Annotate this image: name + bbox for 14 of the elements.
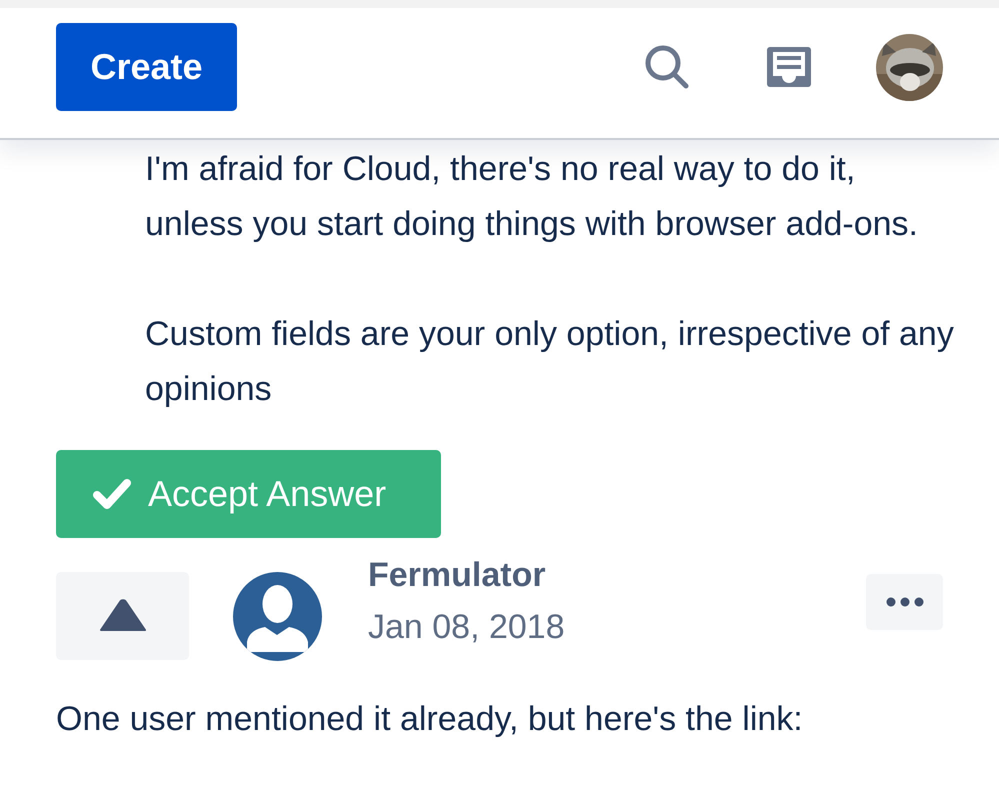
answer-paragraph: Custom fields are your only option, irrespective of any opinions — [145, 314, 955, 410]
create-button[interactable]: Create — [56, 23, 237, 111]
upvote-button[interactable] — [56, 572, 189, 660]
more-button[interactable] — [866, 574, 943, 630]
search-icon[interactable] — [644, 44, 690, 90]
notes-icon[interactable] — [766, 44, 812, 90]
checkmark-icon — [92, 478, 132, 510]
user-avatar-icon — [233, 572, 322, 660]
post-date: Jan 08, 2018 — [368, 607, 566, 648]
author-name[interactable]: Fermulator — [368, 553, 866, 597]
ellipsis-icon — [886, 597, 924, 607]
reply-text: One user mentioned it already, but here's the link: — [56, 699, 804, 740]
answer-paragraph: I'm afraid for Cloud, there's no real way to do it, unless you start doing things with browser add-ons. — [145, 149, 919, 245]
triangle-icon — [100, 599, 146, 633]
